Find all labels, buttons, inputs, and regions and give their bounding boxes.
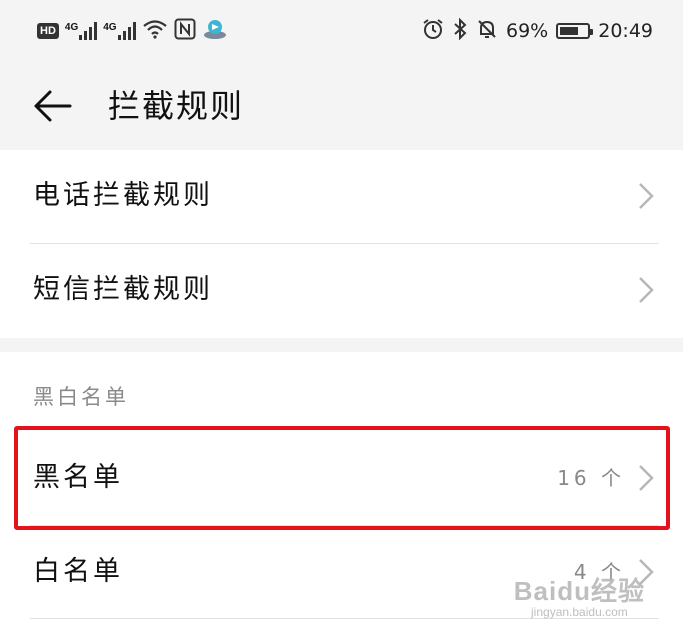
hd-badge: HD xyxy=(37,23,59,39)
row-label: 电话拦截规则 xyxy=(33,180,213,211)
blacklist-count: 16 个 xyxy=(557,466,625,490)
status-bar: HD 4G 4G 69% 20:49 xyxy=(0,0,683,62)
row-call-block-rules[interactable]: 电话拦截规则 xyxy=(0,150,683,243)
status-bar-left: HD 4G 4G xyxy=(37,18,228,44)
mute-icon xyxy=(476,18,498,45)
network-type-label: 4G xyxy=(64,22,79,33)
watermark-logo: Baidu经验 xyxy=(513,576,645,606)
row-label: 黑名单 xyxy=(33,462,123,493)
row-sms-block-rules[interactable]: 短信拦截规则 xyxy=(0,244,683,337)
watermark: Baidu经验 jingyan.baidu.com xyxy=(514,577,645,619)
signal-strength-icon-1: 4G xyxy=(64,22,98,40)
rules-card: 电话拦截规则 短信拦截规则 xyxy=(0,150,683,338)
section-header: 黑白名单 xyxy=(33,385,129,409)
chevron-right-icon xyxy=(639,277,654,303)
back-button[interactable] xyxy=(30,84,74,128)
nfc-icon xyxy=(174,18,196,44)
battery-icon xyxy=(556,23,594,39)
alarm-icon xyxy=(422,18,444,45)
watermark-url: jingyan.baidu.com xyxy=(531,605,628,619)
row-blacklist[interactable]: 黑名单 16 个 xyxy=(0,432,683,525)
chevron-right-icon xyxy=(639,183,654,209)
page-title: 拦截规则 xyxy=(108,87,245,125)
status-bar-right: 69% 20:49 xyxy=(422,17,653,45)
battery-percent: 69% xyxy=(506,20,549,42)
bluetooth-icon xyxy=(452,17,468,45)
title-bar: 拦截规则 xyxy=(0,62,683,150)
back-arrow-icon xyxy=(34,90,72,122)
network-type-label: 4G xyxy=(103,22,117,33)
signal-strength-icon-2: 4G xyxy=(103,22,136,40)
row-label: 白名单 xyxy=(33,556,123,587)
app-notification-icon xyxy=(202,18,228,44)
wifi-icon xyxy=(142,19,168,43)
clock: 20:49 xyxy=(598,20,653,42)
row-label: 短信拦截规则 xyxy=(33,274,213,305)
chevron-right-icon xyxy=(639,465,654,491)
